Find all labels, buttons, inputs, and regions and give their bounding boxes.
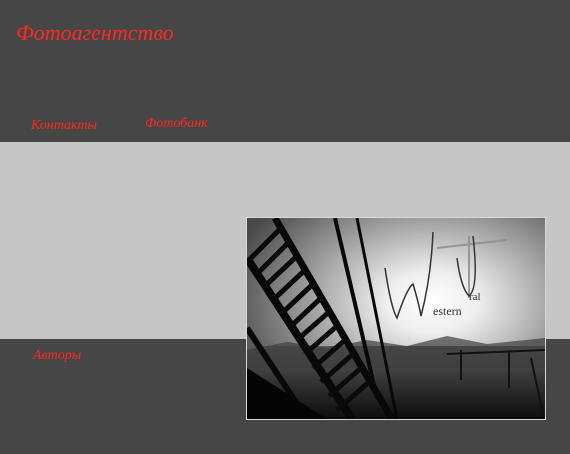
nav-link-photobank[interactable]: Фотобанк (145, 116, 208, 132)
stairs-photo-image: estern ral (247, 218, 545, 419)
nav-link-contacts[interactable]: Контакты (31, 118, 97, 134)
nav-link-authors[interactable]: Авторы (33, 348, 81, 364)
logo-western-text: estern (433, 304, 462, 318)
logo-ral-text: ral (469, 291, 481, 303)
featured-photo: estern ral (246, 217, 546, 420)
site-title: Фотоагентство (16, 20, 174, 45)
